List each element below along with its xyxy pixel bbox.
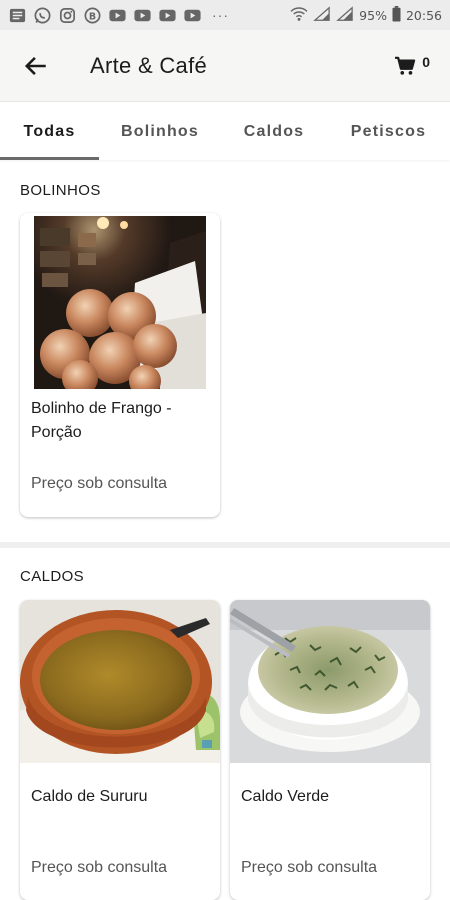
product-name: Bolinho de Frango - Porção [31,400,172,441]
product-price: Preço sob consulta [241,859,378,876]
whatsapp-icon [33,6,52,25]
product-image-caldo-verde [230,600,430,763]
back-button[interactable] [14,44,58,88]
youtube-icon [133,6,152,25]
youtube-icon [158,6,177,25]
more-notifications-indicator: ··· [212,7,229,23]
section-title-caldos: CALDOS [20,568,85,585]
signal-icon [336,5,354,25]
wifi-icon [290,6,308,25]
product-price: Preço sob consulta [31,859,168,876]
battery-icon [392,5,401,25]
app-bar: Arte & Café 0 [0,30,450,102]
product-name: Caldo Verde [241,788,330,805]
product-name: Caldo de Sururu [31,788,148,805]
category-tabs: Todas Bolinhos Caldos Petiscos [0,103,450,160]
section-divider [0,542,450,548]
product-card-caldo-verde[interactable]: Caldo Verde Preço sob consulta [230,600,430,900]
youtube-icon [183,6,202,25]
message-icon [8,6,27,25]
product-price: Preço sob consulta [31,475,168,492]
section-title-bolinhos: BOLINHOS [20,182,101,199]
product-image-caldo-sururu [20,600,220,763]
battery-level: 95% [359,7,387,23]
tab-todas[interactable]: Todas [0,103,99,160]
cart-count-badge: 0 [422,53,430,70]
page-title: Arte & Café [90,52,208,78]
product-card-caldo-de-sururu[interactable]: Caldo de Sururu Preço sob consulta [20,600,220,900]
youtube-icon [108,6,127,25]
clock: 20:56 [405,7,442,23]
tab-bolinhos[interactable]: Bolinhos [99,103,221,160]
signal-icon [313,5,331,25]
product-card-bolinho-de-frango[interactable]: Bolinho de Frango - Porção Preço sob con… [20,213,220,517]
notification-icons: B ··· [8,6,229,25]
shopping-cart-icon [395,56,416,75]
product-image-bolinho [20,213,220,389]
instagram-icon [58,6,77,25]
tab-caldos[interactable]: Caldos [221,103,327,160]
svg-text:B: B [89,11,96,22]
arrow-left-icon [24,56,46,75]
status-bar: B ··· 95% 20:56 [0,0,450,30]
cart-button[interactable]: 0 [394,53,430,76]
tab-petiscos[interactable]: Petiscos [327,103,450,160]
bold-b-icon: B [83,6,102,25]
system-status: 95% 20:56 [290,5,442,25]
